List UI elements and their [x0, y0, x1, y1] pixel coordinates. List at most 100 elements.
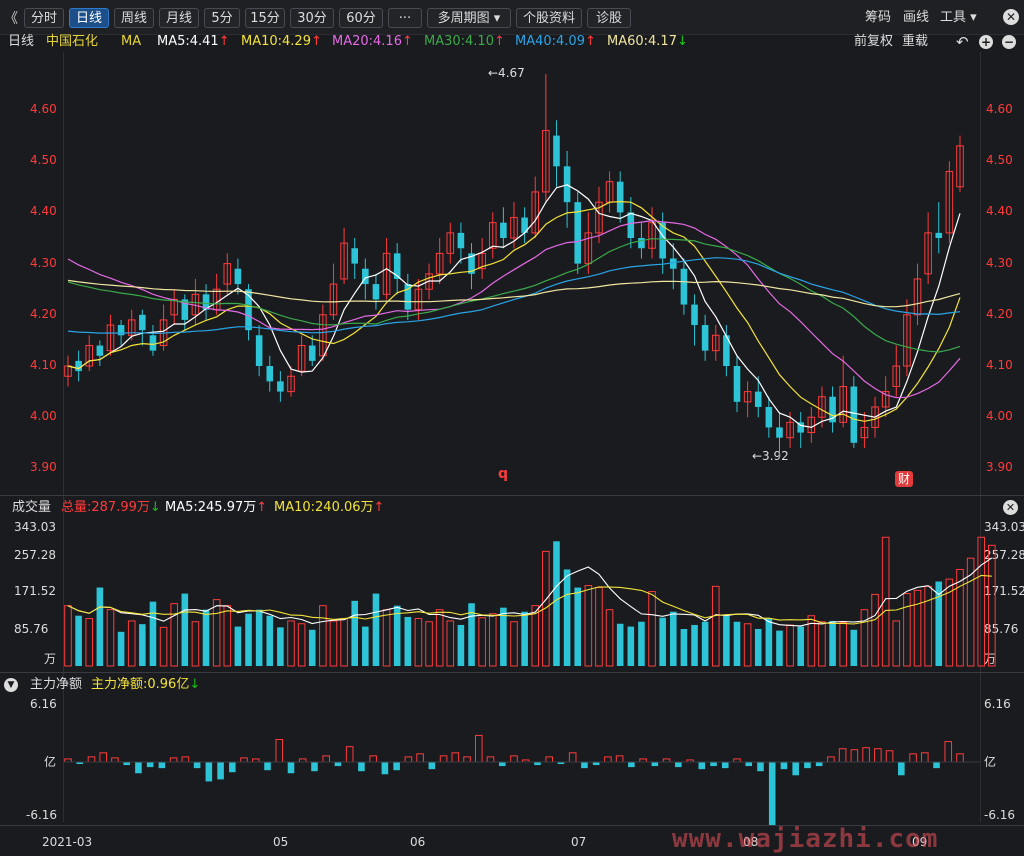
volume-bar — [871, 593, 879, 667]
fund-bar — [463, 756, 471, 763]
fund-bar — [815, 762, 823, 767]
volume-bar — [595, 587, 603, 667]
fund-bar — [87, 756, 96, 763]
volume-bar — [903, 593, 911, 667]
volume-bar — [393, 605, 401, 666]
fund-bar — [698, 762, 706, 770]
fund-bar — [158, 762, 166, 769]
candle-body — [701, 325, 709, 351]
volume-bar — [860, 609, 869, 667]
candle-body — [754, 391, 762, 407]
volume-bar — [797, 626, 805, 666]
volume-bar — [510, 621, 518, 667]
volume-bar — [584, 585, 593, 667]
volume-bar — [574, 587, 582, 666]
fund-bar — [311, 762, 318, 772]
volume-bar — [308, 629, 316, 666]
candle-body — [393, 253, 401, 279]
volume-bar — [266, 615, 274, 666]
candle-body — [680, 268, 688, 305]
candle-body — [553, 135, 560, 167]
fund-bar — [792, 762, 799, 776]
candle-body — [627, 212, 635, 238]
fund-bar — [920, 752, 929, 763]
volume-bar — [319, 605, 327, 667]
fund-bar — [498, 762, 506, 767]
fund-bar — [757, 762, 764, 772]
fund-bar — [604, 756, 612, 763]
volume-bar — [605, 609, 614, 667]
volume-bar — [913, 589, 922, 667]
volume-bar — [743, 623, 752, 667]
volume-bar — [500, 607, 507, 666]
fund-bar — [745, 762, 753, 767]
fund-bar — [768, 762, 776, 825]
volume-bar — [159, 626, 168, 667]
candle-body — [850, 386, 858, 443]
fund-bar — [135, 762, 142, 774]
fund-bar — [275, 739, 284, 763]
fund-bar — [675, 762, 682, 768]
fund-bar — [944, 741, 953, 763]
volume-bar — [404, 616, 412, 666]
fund-bar — [264, 762, 271, 771]
volume-bar — [212, 599, 221, 667]
volume-bar — [977, 536, 986, 667]
volume-bar — [64, 605, 72, 667]
fund-bar — [205, 762, 213, 782]
volume-bar — [638, 621, 645, 666]
volume-bar — [701, 621, 709, 666]
fund-bar — [393, 762, 400, 771]
volume-bar — [531, 605, 540, 667]
candle-body — [372, 284, 380, 300]
fund-bar — [404, 756, 413, 763]
volume-bar — [297, 623, 306, 667]
volume-bar — [563, 569, 571, 666]
candle-body — [935, 232, 943, 238]
volume-bar — [435, 609, 444, 667]
candle-body — [96, 345, 104, 356]
fund-bar — [334, 762, 342, 767]
fund-bar — [381, 762, 389, 775]
volume-bar — [818, 621, 826, 667]
stock-chart — [64, 74, 996, 825]
candle-body — [765, 406, 773, 428]
volume-bar — [202, 609, 210, 666]
volume-bar — [181, 593, 189, 666]
fund-bar — [439, 755, 448, 763]
volume-bar — [106, 609, 115, 667]
volume-bar — [521, 611, 528, 666]
candle-body — [308, 345, 316, 361]
fund-bar — [885, 750, 894, 763]
volume-bar — [85, 618, 94, 667]
watermark: www.wajiazhi.com — [672, 824, 939, 854]
volume-bar — [382, 609, 391, 667]
volume-bar — [191, 621, 200, 667]
volume-bar — [616, 623, 624, 666]
fund-bar — [898, 762, 905, 776]
fund-bar — [169, 757, 178, 763]
fund-bar — [956, 753, 964, 763]
candle-body — [733, 366, 741, 402]
fund-bar — [193, 762, 201, 769]
volume-bar — [754, 628, 762, 666]
volume-bar — [223, 605, 232, 667]
fund-bar — [827, 756, 835, 763]
volume-bar — [96, 587, 104, 666]
volume-bar — [723, 615, 730, 666]
fund-bar — [486, 756, 495, 763]
volume-bar — [351, 600, 359, 666]
volume-bar — [234, 626, 242, 666]
fund-bar — [933, 762, 940, 769]
volume-bar — [850, 629, 858, 666]
volume-bar — [924, 585, 932, 667]
fund-bar — [322, 755, 331, 763]
volume-bar — [75, 615, 82, 666]
fund-bar — [615, 755, 624, 763]
candle-body — [457, 232, 465, 249]
volume-bar — [117, 631, 125, 666]
volume-bar — [149, 601, 157, 666]
volume-bar — [659, 617, 666, 666]
volume-bar — [425, 621, 433, 667]
volume-bar — [786, 624, 794, 667]
